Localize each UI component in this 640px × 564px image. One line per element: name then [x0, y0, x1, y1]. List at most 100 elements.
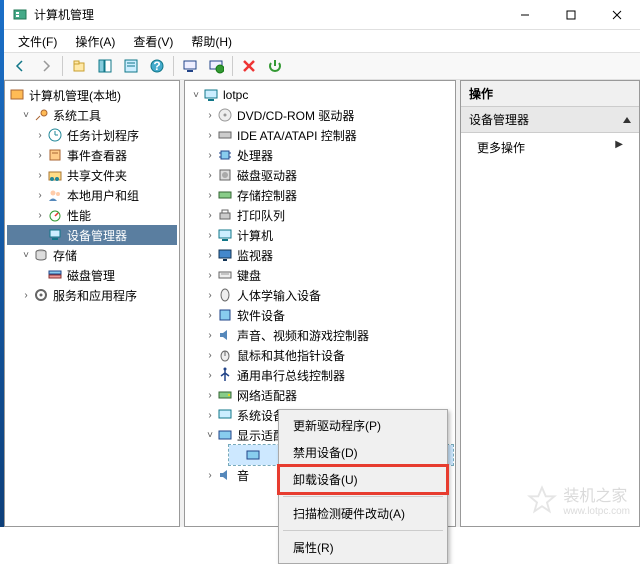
sound-icon: [217, 327, 233, 343]
chevron-right-icon[interactable]: ›: [203, 248, 217, 262]
ctx-separator: [283, 530, 443, 531]
ctx-update-driver[interactable]: 更新驱动程序(P): [279, 412, 447, 439]
chevron-down-icon[interactable]: ˅: [19, 248, 33, 262]
pc-icon: [217, 227, 233, 243]
maximize-button[interactable]: [548, 0, 594, 30]
chevron-right-icon[interactable]: ›: [203, 168, 217, 182]
tree-performance[interactable]: › 性能: [7, 205, 177, 225]
ctx-scan-hardware[interactable]: 扫描检测硬件改动(A): [279, 500, 447, 527]
hdd-icon: [217, 167, 233, 183]
chevron-right-icon[interactable]: ›: [203, 148, 217, 162]
menu-action[interactable]: 操作(A): [67, 31, 123, 52]
chevron-right-icon[interactable]: ›: [203, 348, 217, 362]
forward-button[interactable]: [34, 54, 58, 78]
tree-task-scheduler[interactable]: › 任务计划程序: [7, 125, 177, 145]
chevron-right-icon[interactable]: ›: [203, 108, 217, 122]
actions-device-manager[interactable]: 设备管理器: [461, 107, 639, 133]
device-computer[interactable]: ›计算机: [187, 225, 453, 245]
computer-icon-button[interactable]: [178, 54, 202, 78]
chevron-right-icon[interactable]: ›: [203, 368, 217, 382]
tree-local-users[interactable]: › 本地用户和组: [7, 185, 177, 205]
ctx-separator: [283, 496, 443, 497]
mmc-icon: [9, 87, 25, 103]
tree-storage[interactable]: ˅ 存储: [7, 245, 177, 265]
show-hide-tree-button[interactable]: [93, 54, 117, 78]
device-hid[interactable]: ›人体学输入设备: [187, 285, 453, 305]
tree-disk-mgmt[interactable]: 磁盘管理: [7, 265, 177, 285]
help-button[interactable]: ?: [145, 54, 169, 78]
tree-services-apps[interactable]: › 服务和应用程序: [7, 285, 177, 305]
device-monitor[interactable]: ›监视器: [187, 245, 453, 265]
actions-header: 操作: [461, 81, 639, 107]
context-menu: 更新驱动程序(P) 禁用设备(D) 卸载设备(U) 扫描检测硬件改动(A) 属性…: [278, 409, 448, 564]
scan-hardware-button[interactable]: [204, 54, 228, 78]
services-icon: [33, 287, 49, 303]
chevron-right-icon[interactable]: ›: [203, 328, 217, 342]
menu-view[interactable]: 查看(V): [125, 31, 181, 52]
svg-text:?: ?: [153, 59, 160, 73]
tree-device-manager[interactable]: 设备管理器: [7, 225, 177, 245]
menu-file[interactable]: 文件(F): [10, 31, 65, 52]
tree-shared-folders[interactable]: › 共享文件夹: [7, 165, 177, 185]
computer-icon: [203, 87, 219, 103]
device-software-dev[interactable]: ›软件设备: [187, 305, 453, 325]
minimize-button[interactable]: [502, 0, 548, 30]
device-sound[interactable]: ›声音、视频和游戏控制器: [187, 325, 453, 345]
tree-system-tools[interactable]: ˅ 系统工具: [7, 105, 177, 125]
device-print-queue[interactable]: ›打印队列: [187, 205, 453, 225]
chevron-right-icon[interactable]: ›: [203, 468, 217, 482]
chevron-right-icon[interactable]: ›: [203, 408, 217, 422]
users-icon: [47, 187, 63, 203]
performance-icon: [47, 207, 63, 223]
device-network[interactable]: ›网络适配器: [187, 385, 453, 405]
device-dvd[interactable]: ›DVD/CD-ROM 驱动器: [187, 105, 453, 125]
tree-event-viewer[interactable]: › 事件查看器: [7, 145, 177, 165]
chevron-right-icon[interactable]: ›: [203, 288, 217, 302]
device-keyboard[interactable]: ›键盘: [187, 265, 453, 285]
chevron-right-icon[interactable]: ›: [203, 208, 217, 222]
chevron-right-icon[interactable]: ›: [33, 188, 47, 202]
tree-root[interactable]: 计算机管理(本地): [7, 85, 177, 105]
chevron-down-icon[interactable]: ˅: [189, 88, 203, 102]
chevron-right-icon[interactable]: ›: [19, 288, 33, 302]
chevron-down-icon[interactable]: ˅: [19, 108, 33, 122]
device-ide[interactable]: ›IDE ATA/ATAPI 控制器: [187, 125, 453, 145]
clock-icon: [47, 127, 63, 143]
uninstall-button[interactable]: [237, 54, 261, 78]
device-root[interactable]: ˅ lotpc: [187, 85, 453, 105]
chevron-right-icon[interactable]: ›: [33, 168, 47, 182]
menu-help[interactable]: 帮助(H): [183, 31, 240, 52]
back-button[interactable]: [8, 54, 32, 78]
chevron-right-icon[interactable]: ›: [203, 188, 217, 202]
chevron-right-icon[interactable]: ›: [33, 148, 47, 162]
ctx-properties[interactable]: 属性(R): [279, 534, 447, 561]
titlebar: 计算机管理: [4, 0, 640, 30]
ctx-disable-device[interactable]: 禁用设备(D): [279, 439, 447, 466]
chevron-right-icon[interactable]: ›: [203, 388, 217, 402]
menubar: 文件(F) 操作(A) 查看(V) 帮助(H): [4, 30, 640, 52]
chevron-right-icon[interactable]: ›: [33, 128, 47, 142]
chevron-down-icon[interactable]: ˅: [203, 428, 217, 442]
chevron-right-icon[interactable]: ›: [203, 308, 217, 322]
disc-icon: [217, 107, 233, 123]
shared-folder-icon: [47, 167, 63, 183]
chevron-right-icon[interactable]: ›: [33, 208, 47, 222]
device-usb[interactable]: ›通用串行总线控制器: [187, 365, 453, 385]
device-disk-drive[interactable]: ›磁盘驱动器: [187, 165, 453, 185]
close-button[interactable]: [594, 0, 640, 30]
device-manager-icon: [47, 227, 63, 243]
chevron-right-icon[interactable]: ›: [203, 228, 217, 242]
device-mouse[interactable]: ›鼠标和其他指针设备: [187, 345, 453, 365]
network-icon: [217, 387, 233, 403]
watermark: 装机之家 www.lotpc.com: [527, 482, 630, 517]
ctx-uninstall-device[interactable]: 卸载设备(U): [279, 466, 447, 493]
up-button[interactable]: [67, 54, 91, 78]
device-storage-ctrl[interactable]: ›存储控制器: [187, 185, 453, 205]
properties-button[interactable]: [119, 54, 143, 78]
enable-button[interactable]: [263, 54, 287, 78]
chevron-right-icon[interactable]: ›: [203, 268, 217, 282]
actions-pane: 操作 设备管理器 更多操作 ▶: [460, 80, 640, 527]
device-cpu[interactable]: ›处理器: [187, 145, 453, 165]
chevron-right-icon[interactable]: ›: [203, 128, 217, 142]
actions-more[interactable]: 更多操作 ▶: [461, 133, 639, 162]
